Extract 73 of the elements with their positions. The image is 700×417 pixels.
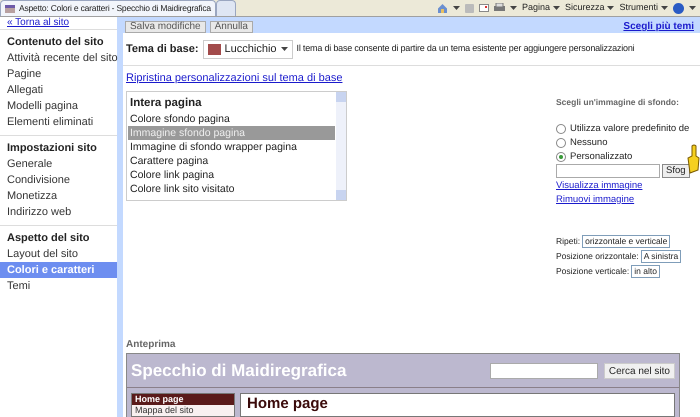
radio-label: Personalizzato: [570, 150, 632, 164]
caret-icon: [661, 6, 668, 10]
caret-icon: [280, 47, 288, 51]
setting-dropdown[interactable]: A sinistra: [640, 250, 682, 263]
caret-icon: [607, 6, 614, 10]
section-heading: Contenuto del sito: [6, 35, 105, 50]
help-icon[interactable]: [673, 2, 684, 14]
page-title: Home page: [247, 395, 328, 412]
setting-label: Posizione verticale:: [556, 264, 630, 278]
section-heading: Aspetto del sito: [6, 231, 91, 246]
search-button[interactable]: Cerca nel sito: [604, 362, 675, 378]
scrollbar[interactable]: [336, 92, 346, 200]
sidebar-item[interactable]: Attività recente del sito: [0, 50, 117, 66]
image-link[interactable]: Rimuovi immagine: [556, 192, 634, 207]
background-heading: Scegli un'immagine di sfondo:: [556, 96, 680, 109]
radio-button[interactable]: [556, 152, 566, 162]
radio-button[interactable]: [556, 124, 566, 134]
list-item[interactable]: Colore link pagina: [128, 168, 335, 182]
tab-title: Aspetto: Colori e caratteri - Specchio di Maidiregrafica: [19, 2, 211, 15]
setting-dropdown[interactable]: orizzontale e verticale: [582, 234, 670, 248]
preview-nav-item[interactable]: Home page: [132, 394, 234, 405]
back-link[interactable]: « Torna al sito: [0, 17, 117, 29]
caret-icon: [552, 6, 560, 10]
menu-button[interactable]: Pagina: [522, 1, 560, 15]
setting-dropdown[interactable]: in alto: [631, 264, 660, 278]
sidebar-item[interactable]: Generale: [0, 156, 117, 172]
image-link[interactable]: Visualizza immagine: [556, 178, 642, 193]
reset-link[interactable]: Ripristina personalizzazioni sul tema di base: [126, 70, 342, 87]
theme-description: Il tema di base consente di partire da un tema esistente per aggiungere personalizzazioni: [296, 42, 634, 56]
sidebar-item[interactable]: Modelli pagina: [0, 98, 117, 114]
mail-icon[interactable]: [478, 4, 489, 12]
theme-label: Tema di base:: [126, 42, 199, 57]
caret-icon: [452, 6, 460, 10]
sidebar-item[interactable]: Monetizza: [0, 188, 117, 204]
radio-label: Nessuno: [570, 136, 608, 150]
toolbar-button[interactable]: Annulla: [210, 21, 253, 33]
site-title: Specchio di Maidiregrafica: [131, 360, 346, 382]
browser-tab[interactable]: [216, 0, 236, 16]
setting-label: Ripeti:: [556, 234, 580, 248]
section-heading: Impostazioni sito: [6, 141, 98, 156]
radio-button[interactable]: [556, 138, 566, 148]
radio-label: Utilizza valore predefinito de: [570, 122, 690, 136]
preview-heading: Anteprima: [125, 338, 176, 352]
menu-button[interactable]: Strumenti: [619, 1, 668, 15]
sidebar-item[interactable]: Elementi eliminati: [0, 114, 117, 130]
list-item[interactable]: Immagine di sfondo wrapper pagina: [128, 140, 335, 154]
page-icon: [5, 4, 15, 12]
list-item[interactable]: Colore link sito visitato: [128, 182, 335, 196]
sidebar-item[interactable]: Indirizzo web: [0, 204, 117, 220]
image-path-field[interactable]: [556, 164, 660, 178]
browser-tab[interactable]: Aspetto: Colori e caratteri - Specchio di Maidiregrafica: [0, 0, 216, 16]
theme-swatch-icon: [208, 44, 221, 54]
theme-dropdown[interactable]: Lucchichio: [202, 40, 293, 58]
printer-icon[interactable]: [494, 3, 505, 13]
browse-button[interactable]: Sfog: [662, 164, 690, 178]
setting-label: Posizione orizzontale:: [556, 250, 639, 263]
preview-nav-item[interactable]: Mappa del sito: [132, 405, 234, 416]
sidebar-item[interactable]: Temi: [0, 278, 117, 294]
toolbar-button[interactable]: Salva modifiche: [125, 21, 206, 33]
sidebar-item[interactable]: Layout del sito: [0, 246, 117, 262]
list-item[interactable]: Colore sfondo pagina: [128, 112, 335, 126]
sidebar-item[interactable]: Condivisione: [0, 172, 117, 188]
list-item[interactable]: Carattere pagina: [128, 154, 335, 168]
search-field[interactable]: [490, 362, 598, 378]
list-heading: Intera pagina: [129, 96, 203, 111]
more-themes-link[interactable]: Scegli più temi: [623, 21, 698, 33]
sidebar-item[interactable]: Pagine: [0, 66, 117, 82]
home-icon[interactable]: [436, 2, 448, 14]
menu-button[interactable]: Sicurezza: [564, 1, 614, 15]
caret-icon: [689, 6, 696, 10]
caret-icon: [510, 6, 517, 10]
hand-cursor-icon: [686, 144, 700, 174]
sidebar-item[interactable]: Allegati: [0, 82, 117, 98]
